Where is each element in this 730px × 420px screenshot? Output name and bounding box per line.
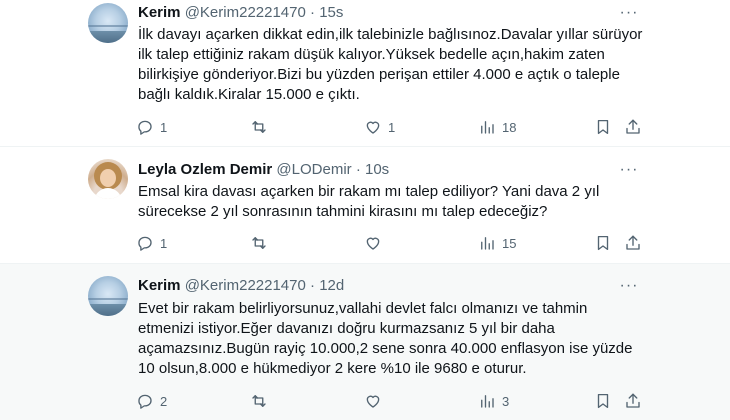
tweet-text: İlk davayı açarken dikkat edin,ilk taleb… <box>138 25 643 105</box>
tweet-text-line: sürecekse 2 yıl sonrasının tahmini kiras… <box>138 203 548 220</box>
views-count: 15 <box>502 235 517 251</box>
share-button[interactable] <box>624 117 642 137</box>
like-icon <box>366 237 380 250</box>
author-name[interactable]: Kerim <box>138 4 181 21</box>
like-icon <box>366 395 380 408</box>
action-bar: 1 15 <box>0 233 730 253</box>
avatar[interactable] <box>88 276 128 316</box>
tweet-text-line: Emsal kira davası açarken bir rakam mı t… <box>138 183 600 200</box>
views-icon <box>481 237 494 250</box>
retweet-button[interactable] <box>250 233 274 253</box>
reply-count: 2 <box>160 393 168 409</box>
reply-button[interactable]: 1 <box>136 117 167 137</box>
tweet-text-line: ilk talep ettiğiniz rakam düşük kalıyor.… <box>138 46 605 63</box>
author-handle[interactable]: @Kerim22221470 <box>185 277 306 294</box>
views-button[interactable]: 3 <box>478 391 509 411</box>
reply-button[interactable]: 2 <box>136 391 167 411</box>
bookmark-icon <box>597 235 609 251</box>
reply-count: 1 <box>160 235 168 251</box>
reply-icon <box>138 120 152 135</box>
bookmark-icon <box>597 119 609 135</box>
tweet-header: Kerim @Kerim22221470 · 12d <box>138 276 344 296</box>
avatar[interactable] <box>88 159 128 199</box>
like-count: 1 <box>388 119 396 135</box>
bookmark-button[interactable] <box>594 233 612 253</box>
tweet-kerim-2[interactable]: Kerim @Kerim22221470 · 12d ··· Evet bir … <box>0 264 730 420</box>
tweet-header: Leyla Ozlem Demir @LODemir · 10s <box>138 160 389 180</box>
views-icon <box>481 395 494 408</box>
share-icon <box>626 235 640 250</box>
more-options-icon[interactable]: ··· <box>618 5 640 26</box>
views-button[interactable]: 15 <box>478 233 516 253</box>
tweet-text-line: Evet bir rakam belirliyorsunuz,vallahi d… <box>138 300 588 317</box>
bookmark-icon <box>597 393 609 409</box>
separator-dot: · <box>310 277 316 294</box>
tweet-text-line: İlk davayı açarken dikkat edin,ilk taleb… <box>138 26 643 43</box>
reply-count: 1 <box>160 119 168 135</box>
tweet-kerim-1[interactable]: Kerim @Kerim22221470 · 15s ··· İlk davay… <box>0 0 730 146</box>
author-name[interactable]: Kerim <box>138 277 181 294</box>
retweet-icon <box>252 121 266 133</box>
action-bar: 2 3 <box>0 391 730 411</box>
share-icon <box>626 393 640 408</box>
retweet-icon <box>252 395 266 407</box>
action-bar: 1 1 18 <box>0 117 730 137</box>
more-options-icon[interactable]: ··· <box>618 162 640 183</box>
avatar[interactable] <box>88 3 128 43</box>
like-icon <box>366 121 380 134</box>
views-button[interactable]: 18 <box>478 117 516 137</box>
tweet-text-line: bilirkişiye gönderiyor.Bizi bu yüzden pe… <box>138 66 620 83</box>
tweet-header: Kerim @Kerim22221470 · 15s <box>138 3 343 23</box>
retweet-button[interactable] <box>250 117 274 137</box>
bookmark-button[interactable] <box>594 391 612 411</box>
like-button[interactable]: 1 <box>364 117 395 137</box>
timestamp[interactable]: 12d <box>319 277 344 294</box>
timestamp[interactable]: 10s <box>365 161 389 178</box>
bookmark-button[interactable] <box>594 117 612 137</box>
tweet-leyla[interactable]: Leyla Ozlem Demir @LODemir · 10s ··· Ems… <box>0 147 730 263</box>
tweet-text: Evet bir rakam belirliyorsunuz,vallahi d… <box>138 299 638 379</box>
views-count: 18 <box>502 119 517 135</box>
tweet-text-line: 10 olsun,8.000 e hükmediyor 2 kere %10 i… <box>138 360 527 377</box>
share-icon <box>626 119 640 134</box>
author-name[interactable]: Leyla Ozlem Demir <box>138 161 272 178</box>
reply-icon <box>138 236 152 251</box>
reply-button[interactable]: 1 <box>136 233 167 253</box>
like-button[interactable] <box>364 233 388 253</box>
views-icon <box>481 121 494 134</box>
separator-dot: · <box>310 4 316 21</box>
reply-icon <box>138 394 152 409</box>
timestamp[interactable]: 15s <box>319 4 343 21</box>
author-handle[interactable]: @LODemir <box>276 161 351 178</box>
author-handle[interactable]: @Kerim22221470 <box>185 4 306 21</box>
more-options-icon[interactable]: ··· <box>618 278 640 299</box>
tweet-text-line: bağlı kaldık.Kiralar 15.000 e çıktı. <box>138 86 360 103</box>
retweet-icon <box>252 237 266 249</box>
tweet-text: Emsal kira davası açarken bir rakam mı t… <box>138 182 638 222</box>
views-count: 3 <box>502 393 510 409</box>
tweet-text-line: etmenizi istiyor.Eğer davanızı doğru kur… <box>138 320 555 337</box>
separator-dot: · <box>355 161 361 178</box>
share-button[interactable] <box>624 233 642 253</box>
retweet-button[interactable] <box>250 391 274 411</box>
tweet-text-line: açamazsınız.Bugün rayiç 10.000,2 sene so… <box>138 340 633 357</box>
like-button[interactable] <box>364 391 388 411</box>
share-button[interactable] <box>624 391 642 411</box>
